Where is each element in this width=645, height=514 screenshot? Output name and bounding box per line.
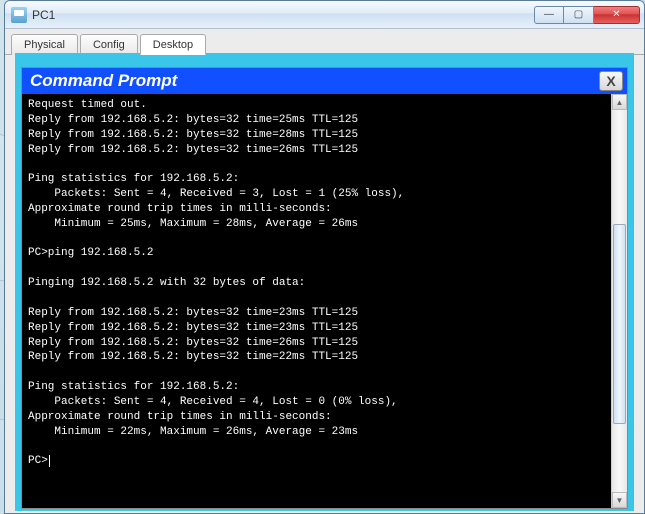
terminal-line: [28, 232, 605, 247]
scroll-down-button[interactable]: ▼: [612, 492, 627, 508]
maximize-button[interactable]: ▢: [564, 6, 594, 24]
terminal-line: Minimum = 25ms, Maximum = 28ms, Average …: [28, 217, 605, 232]
command-prompt-terminal[interactable]: Request timed out.Reply from 192.168.5.2…: [22, 94, 611, 508]
tab-bar: Physical Config Desktop: [5, 29, 644, 55]
terminal-line: [28, 365, 605, 380]
terminal-line: Request timed out.: [28, 98, 605, 113]
terminal-line: [28, 261, 605, 276]
terminal-line: [28, 157, 605, 172]
terminal-line: Reply from 192.168.5.2: bytes=32 time=25…: [28, 113, 605, 128]
minimize-button[interactable]: —: [534, 6, 564, 24]
app-window: PC1 — ▢ ✕ Physical Config Desktop Comman…: [4, 0, 645, 514]
terminal-line: Reply from 192.168.5.2: bytes=32 time=26…: [28, 336, 605, 351]
terminal-line: Reply from 192.168.5.2: bytes=32 time=22…: [28, 350, 605, 365]
tab-physical[interactable]: Physical: [11, 34, 78, 55]
tab-desktop[interactable]: Desktop: [140, 34, 206, 55]
terminal-line: Ping statistics for 192.168.5.2:: [28, 172, 605, 187]
scroll-thumb[interactable]: [613, 224, 626, 424]
terminal-line: Packets: Sent = 4, Received = 4, Lost = …: [28, 395, 605, 410]
terminal-line: Packets: Sent = 4, Received = 3, Lost = …: [28, 187, 605, 202]
command-prompt-title: Command Prompt: [30, 71, 599, 91]
terminal-line: Approximate round trip times in milli-se…: [28, 202, 605, 217]
terminal-line: Reply from 192.168.5.2: bytes=32 time=23…: [28, 306, 605, 321]
close-button[interactable]: ✕: [594, 6, 640, 24]
terminal-line: [28, 291, 605, 306]
titlebar[interactable]: PC1 — ▢ ✕: [5, 1, 644, 29]
tab-config[interactable]: Config: [80, 34, 138, 55]
terminal-line: Ping statistics for 192.168.5.2:: [28, 380, 605, 395]
terminal-line: Reply from 192.168.5.2: bytes=32 time=23…: [28, 321, 605, 336]
terminal-line: Reply from 192.168.5.2: bytes=32 time=28…: [28, 128, 605, 143]
terminal-line: Approximate round trip times in milli-se…: [28, 410, 605, 425]
terminal-prompt[interactable]: PC>: [28, 454, 605, 469]
command-prompt-body-wrap: Request timed out.Reply from 192.168.5.2…: [22, 94, 627, 508]
terminal-line: Reply from 192.168.5.2: bytes=32 time=26…: [28, 143, 605, 158]
cursor-icon: [49, 455, 50, 467]
command-prompt-close-button[interactable]: X: [599, 71, 623, 91]
terminal-line: Minimum = 22ms, Maximum = 26ms, Average …: [28, 425, 605, 440]
scroll-up-button[interactable]: ▲: [612, 94, 627, 110]
terminal-line: PC>ping 192.168.5.2: [28, 246, 605, 261]
terminal-line: Pinging 192.168.5.2 with 32 bytes of dat…: [28, 276, 605, 291]
command-prompt-titlebar[interactable]: Command Prompt X: [22, 68, 627, 94]
scrollbar[interactable]: ▲ ▼: [611, 94, 627, 508]
window-controls: — ▢ ✕: [534, 6, 640, 24]
app-icon: [11, 7, 27, 23]
terminal-line: [28, 439, 605, 454]
command-prompt-window: Command Prompt X Request timed out.Reply…: [21, 67, 628, 509]
desktop-area: Command Prompt X Request timed out.Reply…: [15, 53, 634, 511]
window-title: PC1: [32, 8, 534, 22]
